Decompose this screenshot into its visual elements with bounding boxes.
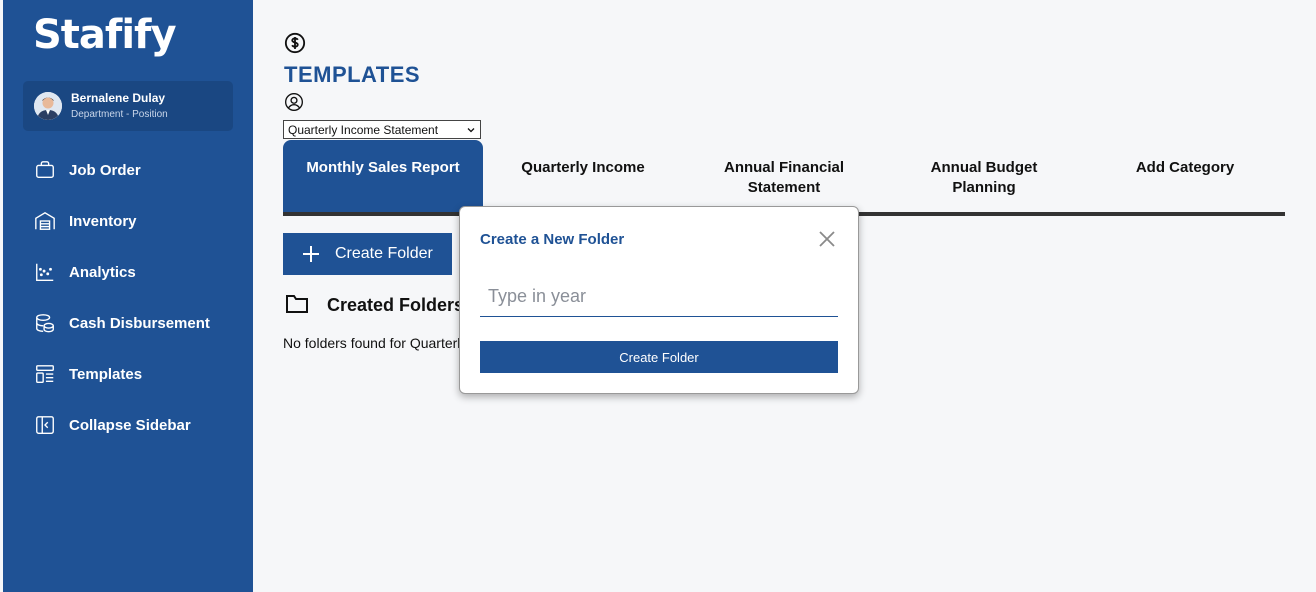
briefcase-icon [33, 158, 57, 182]
sidebar-item-templates[interactable]: Templates [33, 361, 243, 387]
page-title: TEMPLATES [284, 62, 421, 87]
sidebar-item-label: Cash Disbursement [69, 314, 210, 332]
warehouse-icon [33, 209, 57, 233]
category-tabs: Monthly Sales Report Quarterly Income An… [283, 140, 1285, 212]
template-select-value: Quarterly Income Statement [288, 122, 439, 137]
tab-monthly-sales-report[interactable]: Monthly Sales Report [283, 140, 483, 212]
create-folder-button[interactable]: Create Folder [283, 233, 452, 275]
year-input-wrapper [480, 277, 838, 317]
user-circle-icon[interactable] [284, 92, 304, 112]
template-select[interactable]: Quarterly Income Statement [283, 120, 481, 139]
coins-icon [33, 311, 57, 335]
sidebar-item-label: Job Order [69, 161, 141, 179]
plus-icon [301, 244, 321, 264]
modal-title: Create a New Folder [480, 231, 625, 248]
sidebar: Stafify Bernalene Dulay Department - Pos… [3, 0, 253, 592]
create-folder-label: Create Folder [335, 245, 433, 262]
user-name: Bernalene Dulay [71, 91, 166, 105]
tab-label: Quarterly Income [521, 159, 645, 176]
sidebar-item-label: Inventory [69, 212, 137, 230]
tab-annual-financial-statement[interactable]: Annual Financial Statement [684, 140, 884, 212]
dollar-coin-icon [284, 32, 306, 54]
avatar [34, 92, 62, 120]
sidebar-item-inventory[interactable]: Inventory [33, 208, 243, 234]
sidebar-item-cash-disbursement[interactable]: Cash Disbursement [33, 310, 243, 336]
sidebar-item-label: Collapse Sidebar [69, 416, 191, 434]
user-profile-card[interactable]: Bernalene Dulay Department - Position [23, 81, 233, 131]
tab-quarterly-income[interactable]: Quarterly Income [483, 140, 683, 212]
tab-label: Monthly Sales Report [306, 159, 460, 176]
sidebar-item-label: Templates [69, 365, 143, 383]
brand-logo: Stafify [33, 12, 177, 58]
empty-message: No folders found for Quarterly Income St… [283, 335, 459, 351]
tab-label: Add Category [1135, 159, 1235, 176]
tab-label: Annual Budget Planning [930, 159, 1038, 196]
folder-icon [285, 293, 309, 320]
user-department: Department - Position [71, 109, 168, 120]
sidebar-item-label: Analytics [69, 263, 136, 281]
year-input[interactable] [480, 277, 838, 316]
tab-label: Annual Financial Statement [723, 159, 844, 196]
close-icon[interactable] [817, 229, 837, 249]
modal-create-folder-button[interactable]: Create Folder [480, 341, 838, 373]
tab-add-category[interactable]: Add Category [1085, 140, 1285, 212]
collapse-icon [33, 413, 57, 437]
scatter-chart-icon [33, 260, 57, 284]
create-folder-modal: Create a New Folder Create Folder [459, 206, 859, 394]
chevron-down-icon [466, 124, 476, 138]
layout-icon [33, 362, 57, 386]
sidebar-item-analytics[interactable]: Analytics [33, 259, 243, 285]
sidebar-item-collapse[interactable]: Collapse Sidebar [33, 412, 243, 438]
sidebar-item-job-order[interactable]: Job Order [33, 157, 243, 183]
tab-annual-budget-planning[interactable]: Annual Budget Planning [884, 140, 1084, 212]
section-title: Created Folders [327, 295, 459, 315]
